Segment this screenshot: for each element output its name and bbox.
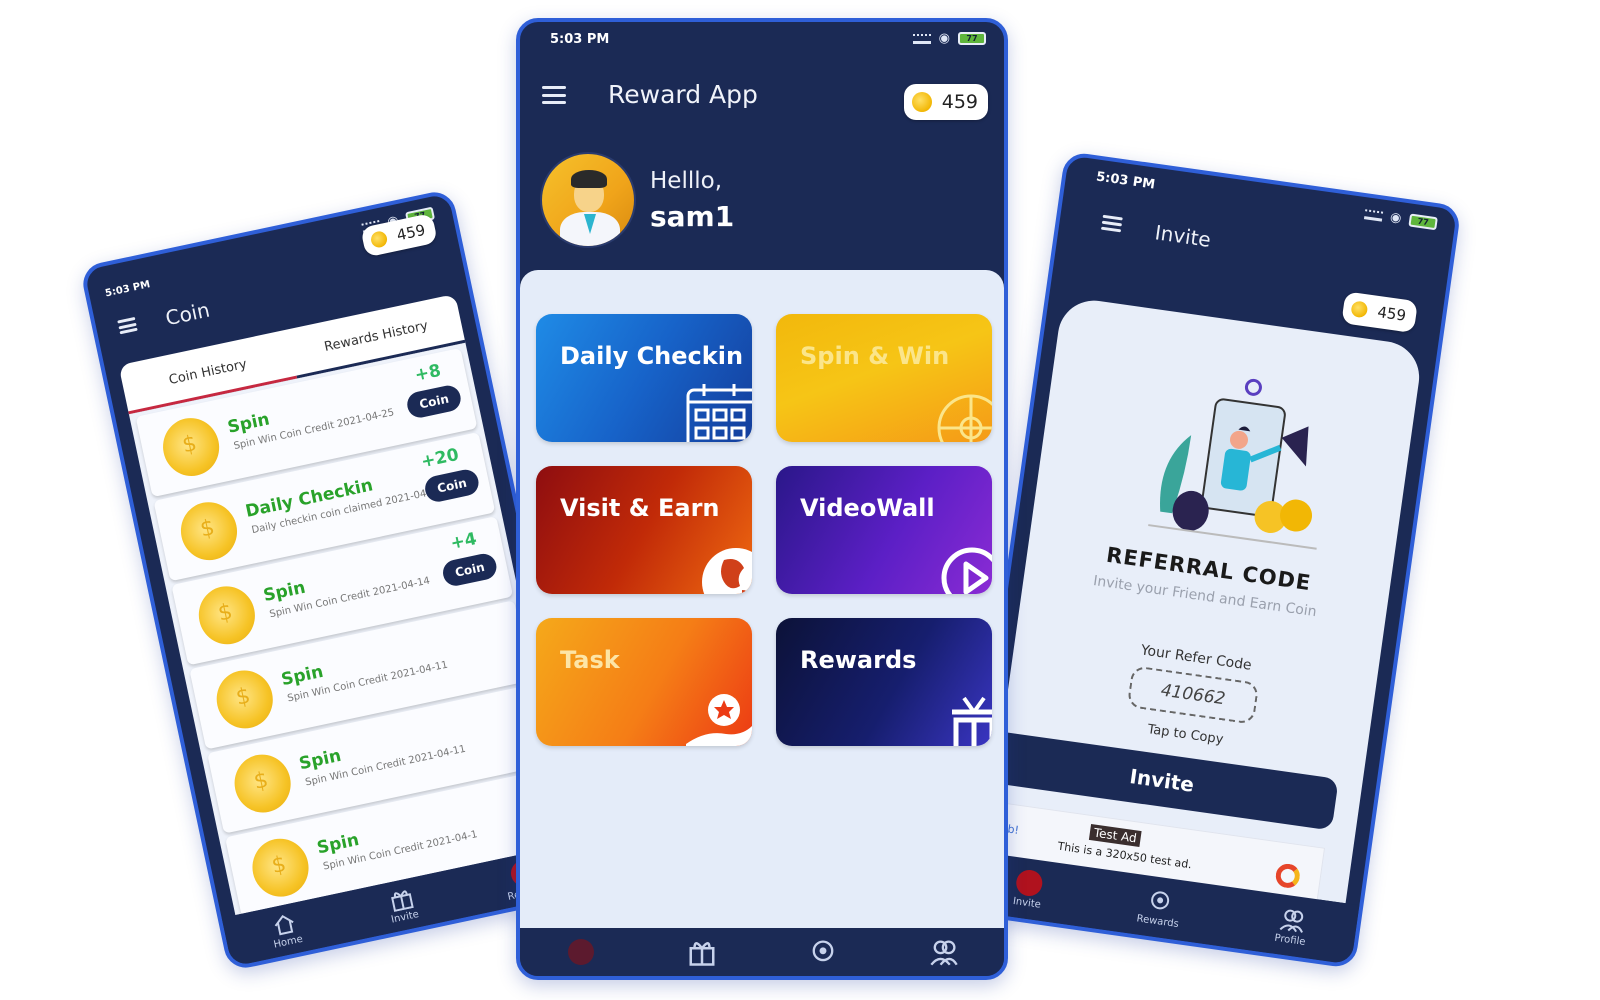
gift-icon xyxy=(689,942,714,966)
feature-grid: Daily Checkin Spin & Win Visit & Earn Vi… xyxy=(536,314,994,746)
globe-icon xyxy=(702,548,752,594)
coin-amount: +4 xyxy=(448,528,479,554)
profile-icon xyxy=(929,940,958,966)
coin-icon xyxy=(247,833,314,902)
status-time: 5:03 PM xyxy=(1095,169,1156,193)
tile-rewards[interactable]: Rewards xyxy=(776,618,992,746)
menu-icon[interactable] xyxy=(1100,214,1123,233)
username: sam1 xyxy=(650,199,735,233)
home-icon xyxy=(567,939,594,965)
tile-visit-earn[interactable]: Visit & Earn xyxy=(536,466,752,594)
home-phone: 5:03 PM ◉ 77 Reward App 459 Helllo, sam1 xyxy=(516,18,1008,980)
nav-home[interactable]: Home xyxy=(268,910,304,950)
wheel-icon xyxy=(937,394,992,442)
coin-badge[interactable]: Coin xyxy=(405,383,464,420)
coin-balance-badge[interactable]: 459 xyxy=(903,84,988,120)
ad-tag: Test Ad xyxy=(1088,824,1142,847)
tile-spin-win[interactable]: Spin & Win xyxy=(776,314,992,442)
referral-card: REFERRAL CODE Invite your Friend and Ear… xyxy=(982,296,1424,918)
coin-amount: +20 xyxy=(419,444,461,473)
coin-icon xyxy=(911,92,932,112)
nav-home[interactable] xyxy=(563,934,599,970)
coin-balance: 459 xyxy=(941,91,978,113)
bottom-nav xyxy=(520,928,1004,976)
nav-profile[interactable] xyxy=(926,934,962,970)
gift-icon xyxy=(390,889,414,912)
tile-videowall[interactable]: VideoWall xyxy=(776,466,992,594)
nav-rewards[interactable]: Rewards xyxy=(1136,885,1183,930)
coin-icon xyxy=(175,496,243,566)
star-badge-icon xyxy=(686,694,752,746)
coin-balance-badge[interactable]: 459 xyxy=(1341,291,1419,334)
greeting-text: Helllo, xyxy=(650,167,722,194)
rewards-icon xyxy=(812,940,833,962)
app-title: Reward App xyxy=(608,80,758,109)
invite-icon xyxy=(1015,867,1045,898)
battery-icon: 77 xyxy=(958,32,986,45)
nav-profile[interactable]: Profile xyxy=(1274,904,1310,947)
wifi-icon: ◉ xyxy=(938,31,950,46)
coin-icon xyxy=(193,581,261,650)
coin-icon xyxy=(369,229,389,249)
calendar-icon xyxy=(686,384,752,442)
ad-logo-icon xyxy=(1274,862,1302,890)
nav-invite[interactable]: Invite xyxy=(1012,867,1045,910)
home-content: Daily Checkin Spin & Win Visit & Earn Vi… xyxy=(520,270,1004,928)
avatar[interactable] xyxy=(540,152,636,248)
nav-invite[interactable]: Invite xyxy=(385,885,420,925)
coin-icon xyxy=(1350,300,1369,319)
rewards-icon xyxy=(1151,890,1170,909)
coin-badge[interactable]: Coin xyxy=(440,551,499,589)
home-icon xyxy=(274,914,294,935)
coin-balance: 459 xyxy=(395,220,427,245)
status-time: 5:03 PM xyxy=(550,32,610,47)
coin-balance: 459 xyxy=(1376,302,1408,325)
refer-code-box[interactable]: 410662 xyxy=(1126,665,1260,725)
nav-rewards[interactable] xyxy=(805,934,841,970)
coin-icon xyxy=(211,665,279,734)
page-title: Invite xyxy=(1153,220,1213,252)
gift-icon xyxy=(952,696,992,746)
showcase-stage: 5:03 PM ◉ 77 Invite 459 REFERRAL CODE In… xyxy=(0,0,1600,1000)
tile-task[interactable]: Task xyxy=(536,618,752,746)
play-icon xyxy=(941,547,992,594)
signal-icon xyxy=(1363,208,1383,222)
menu-icon[interactable] xyxy=(542,86,566,104)
tile-daily-checkin[interactable]: Daily Checkin xyxy=(536,314,752,442)
coin-badge[interactable]: Coin xyxy=(422,467,481,504)
coin-amount: +8 xyxy=(413,360,443,386)
invite-phone: 5:03 PM ◉ 77 Invite 459 REFERRAL CODE In… xyxy=(958,150,1462,970)
coin-history-list: Spin Spin Win Coin Credit 2021-04-25 +8 … xyxy=(128,342,572,916)
wifi-icon: ◉ xyxy=(1389,209,1403,227)
nav-invite[interactable] xyxy=(684,934,720,970)
coin-icon xyxy=(229,749,297,818)
status-bar: 5:03 PM ◉ 77 xyxy=(1064,155,1457,243)
coin-icon xyxy=(157,412,225,482)
status-bar: 5:03 PM ◉ 77 xyxy=(520,22,1004,56)
user-greeting: Helllo, sam1 xyxy=(540,152,734,248)
page-title: Coin xyxy=(163,297,212,331)
battery-icon: 77 xyxy=(1408,213,1438,231)
referral-illustration xyxy=(1148,378,1317,550)
menu-icon[interactable] xyxy=(117,316,138,335)
profile-icon xyxy=(1279,909,1304,933)
signal-icon xyxy=(912,33,931,44)
